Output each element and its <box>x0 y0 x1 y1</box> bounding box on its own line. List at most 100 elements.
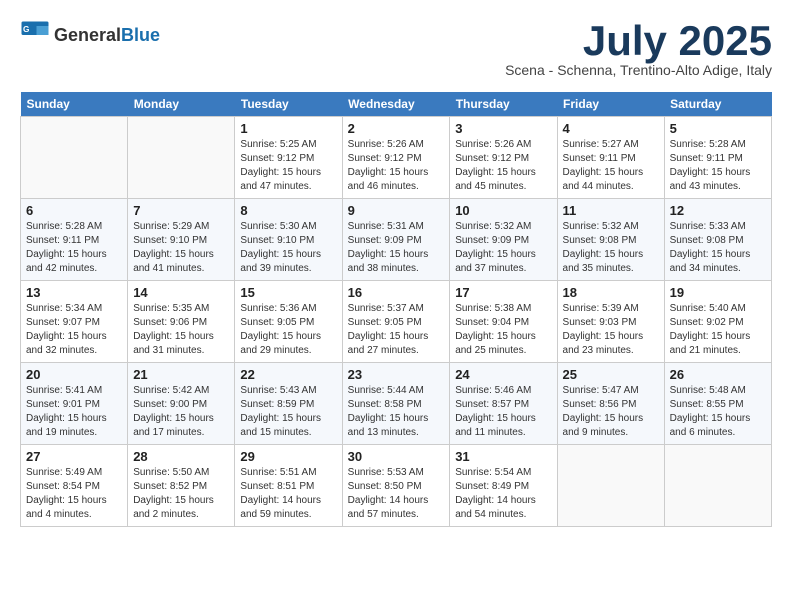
day-cell: 28 Sunrise: 5:50 AM Sunset: 8:52 PM Dayli… <box>128 445 235 527</box>
day-number: 9 <box>348 203 445 218</box>
day-cell: 5 Sunrise: 5:28 AM Sunset: 9:11 PM Daylig… <box>664 117 771 199</box>
day-cell: 23Sunrise: 5:44 AM Sunset: 8:58 PM Dayli… <box>342 363 450 445</box>
day-number: 13 <box>26 285 122 300</box>
day-info: Sunrise: 5:28 AM Sunset: 9:11 PM Dayligh… <box>670 138 766 194</box>
svg-text:G: G <box>23 25 29 34</box>
day-info: Sunrise: 5:26 AM Sunset: 9:12 PM Dayligh… <box>455 138 551 194</box>
day-cell: 9 Sunrise: 5:31 AM Sunset: 9:09 PM Daylig… <box>342 199 450 281</box>
day-info: Sunrise: 5:30 AM Sunset: 9:10 PM Dayligh… <box>240 220 336 276</box>
day-cell: 11 Sunrise: 5:32 AM Sunset: 9:08 PM Dayli… <box>557 199 664 281</box>
month-title: July 2025 <box>505 20 772 62</box>
day-number: 23 <box>348 367 445 382</box>
day-number: 24 <box>455 367 551 382</box>
day-cell: 2 Sunrise: 5:26 AM Sunset: 9:12 PM Daylig… <box>342 117 450 199</box>
day-number: 5 <box>670 121 766 136</box>
day-number: 7 <box>133 203 229 218</box>
day-cell: 8 Sunrise: 5:30 AM Sunset: 9:10 PM Daylig… <box>235 199 342 281</box>
day-cell: 14 Sunrise: 5:35 AM Sunset: 9:06 PM Dayli… <box>128 281 235 363</box>
week-row-3: 13 Sunrise: 5:34 AM Sunset: 9:07 PM Dayli… <box>21 281 772 363</box>
day-number: 17 <box>455 285 551 300</box>
day-cell: 4 Sunrise: 5:27 AM Sunset: 9:11 PM Daylig… <box>557 117 664 199</box>
day-number: 27 <box>26 449 122 464</box>
day-number: 18 <box>563 285 659 300</box>
day-cell: 12 Sunrise: 5:33 AM Sunset: 9:08 PM Dayli… <box>664 199 771 281</box>
day-number: 28 <box>133 449 229 464</box>
day-number: 30 <box>348 449 445 464</box>
day-number: 1 <box>240 121 336 136</box>
day-info: Sunrise: 5:41 AM Sunset: 9:01 PM Dayligh… <box>26 384 122 440</box>
day-cell: 27 Sunrise: 5:49 AM Sunset: 8:54 PM Dayli… <box>21 445 128 527</box>
day-number: 2 <box>348 121 445 136</box>
day-info: Sunrise: 5:53 AM Sunset: 8:50 PM Dayligh… <box>348 466 445 522</box>
day-number: 12 <box>670 203 766 218</box>
day-info: Sunrise: 5:29 AM Sunset: 9:10 PM Dayligh… <box>133 220 229 276</box>
day-number: 26 <box>670 367 766 382</box>
day-cell: 18 Sunrise: 5:39 AM Sunset: 9:03 PM Dayli… <box>557 281 664 363</box>
day-info: Sunrise: 5:40 AM Sunset: 9:02 PM Dayligh… <box>670 302 766 358</box>
day-info: Sunrise: 5:42 AM Sunset: 9:00 PM Dayligh… <box>133 384 229 440</box>
day-number: 11 <box>563 203 659 218</box>
day-number: 3 <box>455 121 551 136</box>
day-info: Sunrise: 5:33 AM Sunset: 9:08 PM Dayligh… <box>670 220 766 276</box>
logo-blue: Blue <box>121 25 160 45</box>
day-info: Sunrise: 5:31 AM Sunset: 9:09 PM Dayligh… <box>348 220 445 276</box>
col-wednesday: Wednesday <box>342 92 450 117</box>
logo-icon: G <box>20 20 50 50</box>
day-info: Sunrise: 5:54 AM Sunset: 8:49 PM Dayligh… <box>455 466 551 522</box>
day-cell: 25 Sunrise: 5:47 AM Sunset: 8:56 PM Dayli… <box>557 363 664 445</box>
day-info: Sunrise: 5:49 AM Sunset: 8:54 PM Dayligh… <box>26 466 122 522</box>
day-number: 16 <box>348 285 445 300</box>
day-cell: 21 Sunrise: 5:42 AM Sunset: 9:00 PM Dayli… <box>128 363 235 445</box>
day-cell: 17 Sunrise: 5:38 AM Sunset: 9:04 PM Dayli… <box>450 281 557 363</box>
day-info: Sunrise: 5:36 AM Sunset: 9:05 PM Dayligh… <box>240 302 336 358</box>
day-info: Sunrise: 5:34 AM Sunset: 9:07 PM Dayligh… <box>26 302 122 358</box>
day-info: Sunrise: 5:50 AM Sunset: 8:52 PM Dayligh… <box>133 466 229 522</box>
col-sunday: Sunday <box>21 92 128 117</box>
week-row-2: 6 Sunrise: 5:28 AM Sunset: 9:11 PM Daylig… <box>21 199 772 281</box>
col-friday: Friday <box>557 92 664 117</box>
day-cell <box>557 445 664 527</box>
day-number: 29 <box>240 449 336 464</box>
day-cell: 3 Sunrise: 5:26 AM Sunset: 9:12 PM Daylig… <box>450 117 557 199</box>
day-number: 19 <box>670 285 766 300</box>
day-info: Sunrise: 5:48 AM Sunset: 8:55 PM Dayligh… <box>670 384 766 440</box>
day-cell: 22Sunrise: 5:43 AM Sunset: 8:59 PM Dayli… <box>235 363 342 445</box>
day-number: 15 <box>240 285 336 300</box>
day-info: Sunrise: 5:28 AM Sunset: 9:11 PM Dayligh… <box>26 220 122 276</box>
day-number: 8 <box>240 203 336 218</box>
day-number: 25 <box>563 367 659 382</box>
day-number: 6 <box>26 203 122 218</box>
calendar-table: Sunday Monday Tuesday Wednesday Thursday… <box>20 92 772 527</box>
day-info: Sunrise: 5:39 AM Sunset: 9:03 PM Dayligh… <box>563 302 659 358</box>
day-number: 4 <box>563 121 659 136</box>
day-cell: 31 Sunrise: 5:54 AM Sunset: 8:49 PM Dayli… <box>450 445 557 527</box>
day-cell: 20 Sunrise: 5:41 AM Sunset: 9:01 PM Dayli… <box>21 363 128 445</box>
day-number: 20 <box>26 367 122 382</box>
day-number: 21 <box>133 367 229 382</box>
day-info: Sunrise: 5:35 AM Sunset: 9:06 PM Dayligh… <box>133 302 229 358</box>
day-info: Sunrise: 5:38 AM Sunset: 9:04 PM Dayligh… <box>455 302 551 358</box>
col-tuesday: Tuesday <box>235 92 342 117</box>
day-info: Sunrise: 5:47 AM Sunset: 8:56 PM Dayligh… <box>563 384 659 440</box>
day-cell <box>128 117 235 199</box>
day-info: Sunrise: 5:32 AM Sunset: 9:09 PM Dayligh… <box>455 220 551 276</box>
day-info: Sunrise: 5:37 AM Sunset: 9:05 PM Dayligh… <box>348 302 445 358</box>
day-cell: 16 Sunrise: 5:37 AM Sunset: 9:05 PM Dayli… <box>342 281 450 363</box>
day-cell <box>664 445 771 527</box>
day-cell: 24Sunrise: 5:46 AM Sunset: 8:57 PM Dayli… <box>450 363 557 445</box>
logo-general: General <box>54 25 121 45</box>
day-cell: 30 Sunrise: 5:53 AM Sunset: 8:50 PM Dayli… <box>342 445 450 527</box>
day-info: Sunrise: 5:51 AM Sunset: 8:51 PM Dayligh… <box>240 466 336 522</box>
week-row-5: 27 Sunrise: 5:49 AM Sunset: 8:54 PM Dayli… <box>21 445 772 527</box>
day-info: Sunrise: 5:26 AM Sunset: 9:12 PM Dayligh… <box>348 138 445 194</box>
day-info: Sunrise: 5:32 AM Sunset: 9:08 PM Dayligh… <box>563 220 659 276</box>
week-row-4: 20 Sunrise: 5:41 AM Sunset: 9:01 PM Dayli… <box>21 363 772 445</box>
day-cell: 15 Sunrise: 5:36 AM Sunset: 9:05 PM Dayli… <box>235 281 342 363</box>
day-cell: 26 Sunrise: 5:48 AM Sunset: 8:55 PM Dayli… <box>664 363 771 445</box>
day-cell: 10Sunrise: 5:32 AM Sunset: 9:09 PM Dayli… <box>450 199 557 281</box>
week-row-1: 1Sunrise: 5:25 AM Sunset: 9:12 PM Daylig… <box>21 117 772 199</box>
day-number: 14 <box>133 285 229 300</box>
day-info: Sunrise: 5:27 AM Sunset: 9:11 PM Dayligh… <box>563 138 659 194</box>
day-number: 31 <box>455 449 551 464</box>
logo: G GeneralBlue <box>20 20 160 50</box>
